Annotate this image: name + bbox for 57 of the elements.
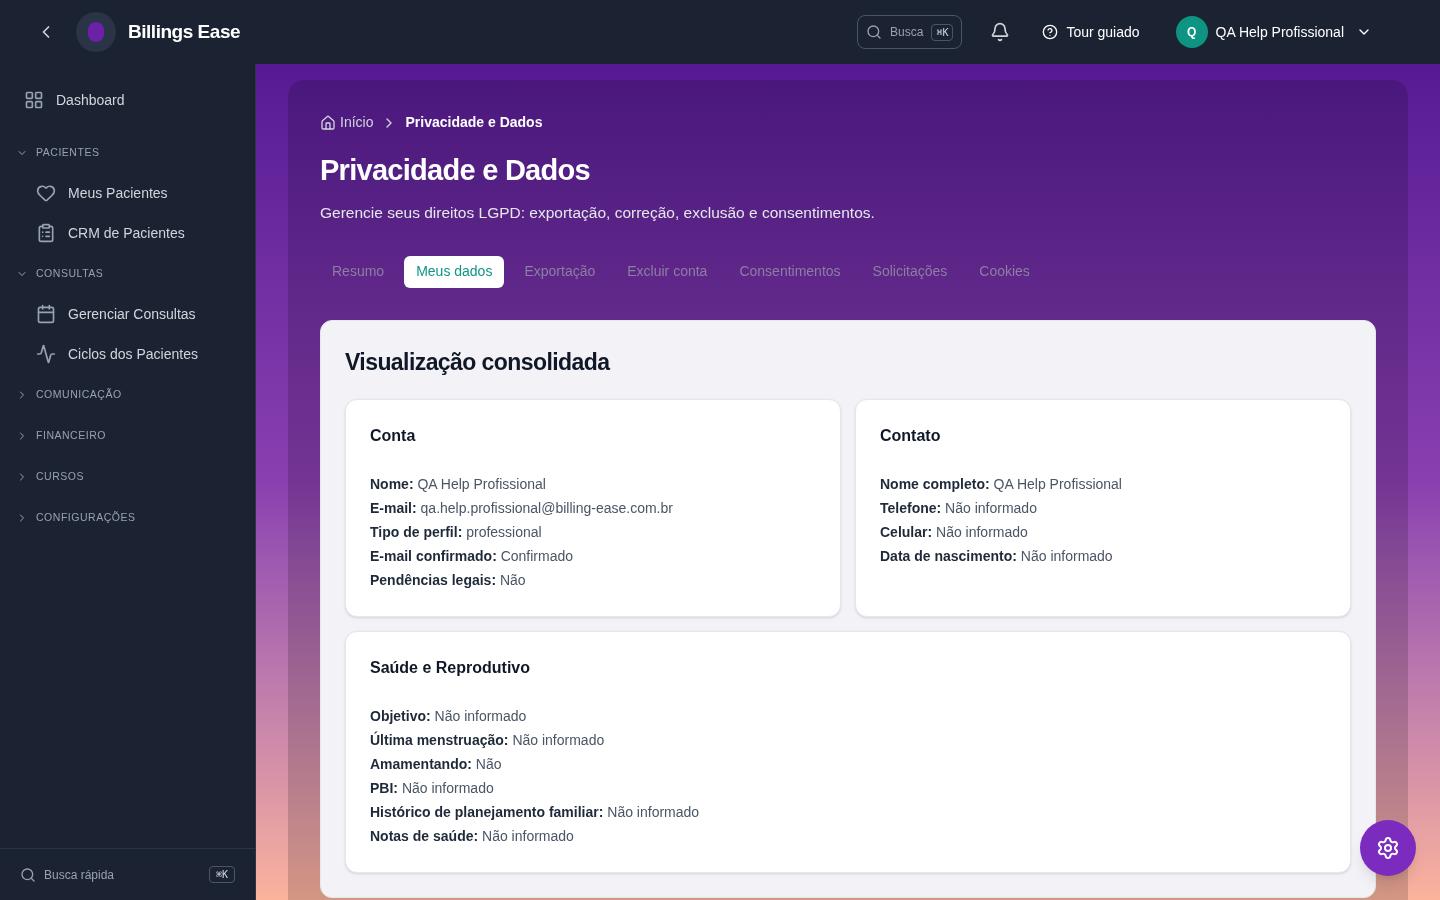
sidebar-item[interactable]: CRM de Pacientes (24, 213, 231, 253)
shortcut-key: ⌘K (931, 23, 954, 41)
section-title: Visualização consolidada (345, 347, 612, 377)
sidebar-section[interactable]: COMUNICAÇÃO (16, 374, 231, 415)
info-row-text: Pendências legais: Não (370, 571, 527, 591)
tab[interactable]: Meus dados (404, 255, 505, 288)
sidebar-item[interactable]: Dashboard (24, 88, 231, 112)
sidebar-section[interactable]: FINANCEIRO (16, 415, 231, 456)
shortcut-key: ⌘K (208, 866, 235, 883)
breadcrumb-link[interactable]: Início (340, 112, 374, 133)
info-row-text: Objetivo: Não informado (370, 707, 528, 727)
pulse-icon (36, 344, 56, 364)
sidebar-item[interactable]: Ciclos dos Pacientes (24, 334, 231, 374)
heart-icon (36, 183, 56, 203)
avatar: Q (1175, 16, 1208, 48)
quick-search[interactable]: Busca rápida ⌘K (0, 848, 255, 900)
calendar-icon (36, 304, 56, 324)
search-placeholder: Busca (890, 24, 924, 41)
tour-button[interactable]: Tour guiado (1042, 21, 1140, 43)
info-row-text: Data de nascimento: Não informado (880, 547, 1114, 567)
search-icon (20, 866, 36, 883)
info-row-text: Amamentando: Não (370, 755, 503, 775)
info-row-text: Telefone: Não informado (880, 499, 1038, 519)
sidebar-item[interactable]: Gerenciar Consultas (24, 294, 231, 334)
search-field[interactable]: Busca ⌘K (857, 15, 963, 49)
help-icon (1042, 24, 1059, 40)
brand-name: Billings Ease (128, 19, 241, 44)
info-row-text: Nome completo: QA Help Profissional (880, 475, 1123, 495)
user-menu[interactable]: Q QA Help Profissional (1175, 16, 1372, 48)
clipboard-icon (36, 223, 56, 243)
info-row-text: Celular: Não informado (880, 523, 1029, 543)
notification-icon[interactable] (990, 22, 1011, 42)
dashboard-icon (24, 90, 44, 110)
sidebar-item[interactable]: Meus Pacientes (24, 173, 231, 213)
sidebar-section[interactable]: PACIENTES (16, 132, 231, 173)
info-row-text: Tipo de perfil: professional (370, 523, 543, 543)
info-row-text: E-mail confirmado: Confirmado (370, 547, 575, 567)
info-row-text: Nome: QA Help Profissional (370, 475, 547, 495)
page-subtitle: Gerencie seus direitos LGPD: exportação, correção, exclusão e consentimentos. (320, 202, 876, 223)
info-row-text: E-mail: qa.help.profissional@billing-ease.com.br (370, 499, 674, 519)
card-title: Contato (880, 426, 942, 447)
quick-search-placeholder: Busca rápida (44, 866, 115, 884)
info-row-text: Histórico de planejamento familiar: Não informado (370, 803, 701, 823)
card-title: Conta (370, 426, 417, 447)
sidebar-section[interactable]: CONSULTAS (16, 253, 231, 294)
page-title: Privacidade e Dados (320, 153, 591, 188)
sidebar-section[interactable]: CURSOS (16, 456, 231, 497)
settings-icon (1376, 836, 1400, 860)
info-row-text: PBI: Não informado (370, 779, 495, 799)
card-title: Saúde e Reprodutivo (370, 658, 532, 679)
sidebar-section[interactable]: CONFIGURAÇÕES (16, 497, 231, 538)
logo-icon (76, 12, 116, 52)
home-icon (320, 114, 336, 131)
info-row-text: Notas de saúde: Não informado (370, 827, 575, 847)
info-row-text: Última menstruação: Não informado (370, 730, 606, 751)
search-icon (866, 24, 882, 40)
settings-button[interactable] (1360, 820, 1416, 876)
